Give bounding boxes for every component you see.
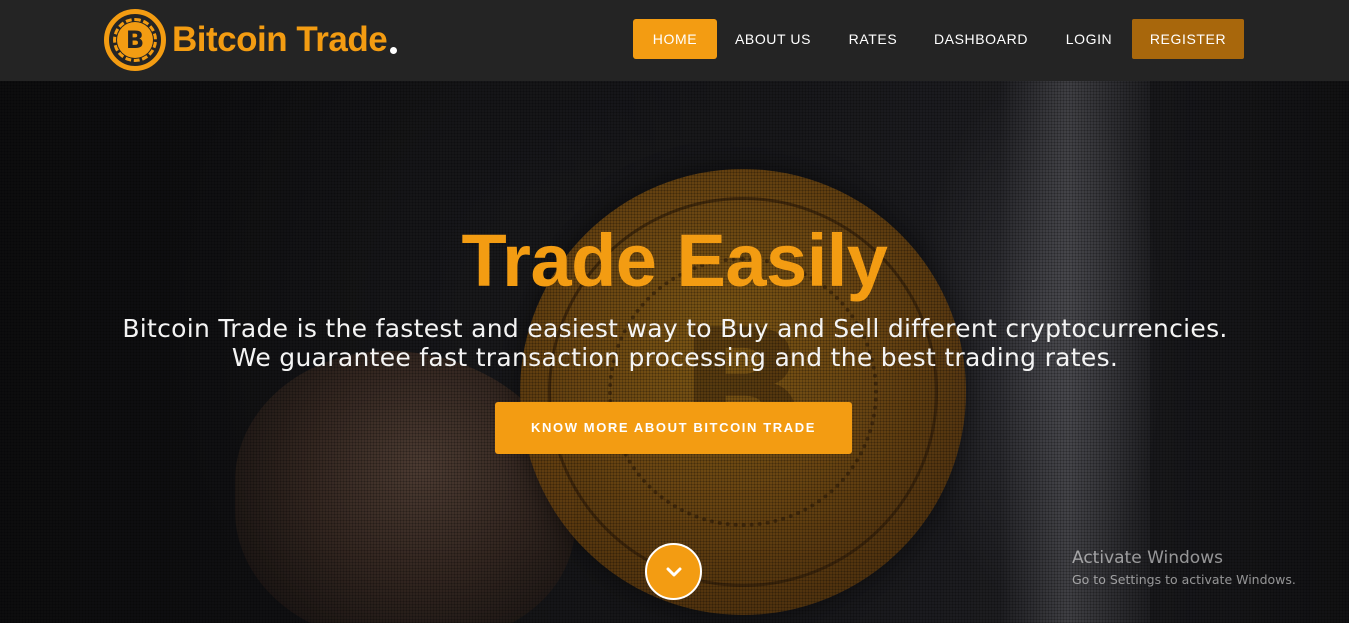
- chevron-down-icon: [666, 567, 681, 576]
- hero-title: Trade Easily: [461, 219, 888, 302]
- nav-rates[interactable]: RATES: [835, 19, 911, 59]
- scroll-down-button[interactable]: [645, 543, 702, 600]
- main-nav: HOME ABOUT US RATES DASHBOARD LOGIN REGI…: [0, 19, 1349, 59]
- nav-about-us[interactable]: ABOUT US: [723, 19, 823, 59]
- activate-title: Activate Windows: [1072, 548, 1223, 568]
- nav-dashboard[interactable]: DASHBOARD: [922, 19, 1040, 59]
- nav-register-button[interactable]: REGISTER: [1132, 19, 1244, 59]
- site-header: B Bitcoin Trade HOME ABOUT US RATES DASH…: [0, 0, 1349, 81]
- nav-login[interactable]: LOGIN: [1052, 19, 1126, 59]
- know-more-button[interactable]: KNOW MORE ABOUT BITCOIN TRADE: [495, 402, 852, 454]
- hero-subtitle: Bitcoin Trade is the fastest and easiest…: [122, 314, 1228, 372]
- nav-home[interactable]: HOME: [633, 19, 717, 59]
- activate-subtitle: Go to Settings to activate Windows.: [1072, 572, 1296, 587]
- hero-section: B Trade Easily Bitcoin Trade is the fast…: [0, 81, 1349, 623]
- windows-activation-watermark: Activate Windows Go to Settings to activ…: [1072, 548, 1296, 587]
